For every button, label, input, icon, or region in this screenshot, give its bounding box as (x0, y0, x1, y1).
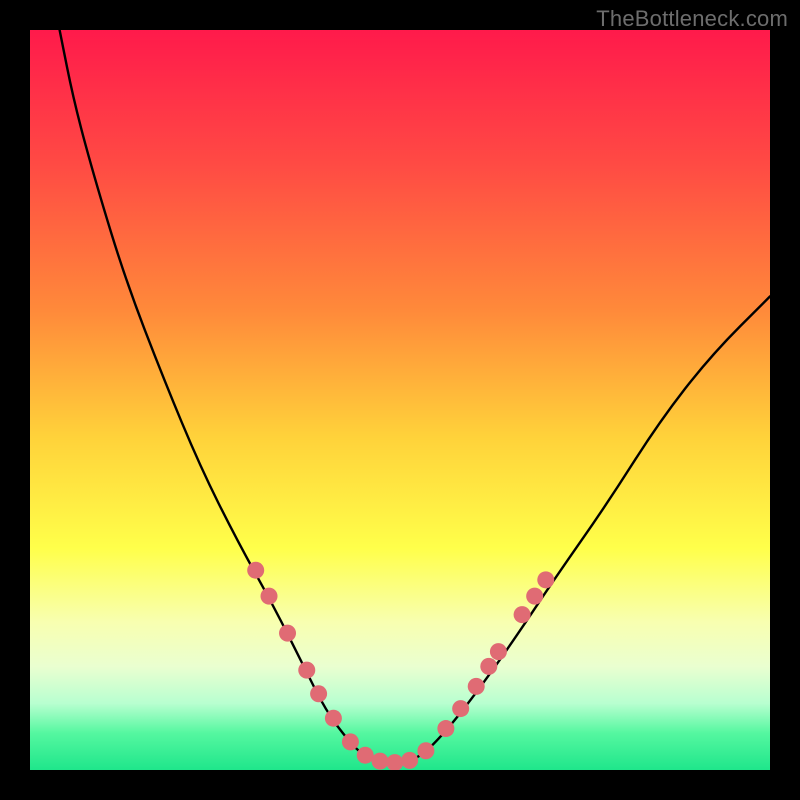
marker-dot (468, 678, 485, 695)
marker-dot (342, 733, 359, 750)
marker-dot (437, 720, 454, 737)
plot-area (30, 30, 770, 770)
chart-stage: TheBottleneck.com (0, 0, 800, 800)
marker-dot (310, 685, 327, 702)
curve-layer (30, 30, 770, 770)
marker-dot (490, 643, 507, 660)
watermark-text: TheBottleneck.com (596, 6, 788, 32)
marker-dot (386, 754, 403, 770)
marker-dot (372, 753, 389, 770)
marker-dot (298, 662, 315, 679)
marker-dot (417, 742, 434, 759)
marker-dot (401, 752, 418, 769)
marker-dot (514, 606, 531, 623)
marker-dot (526, 588, 543, 605)
marker-dots (247, 562, 554, 770)
marker-dot (279, 625, 296, 642)
bottleneck-curve (60, 30, 770, 762)
marker-dot (247, 562, 264, 579)
marker-dot (261, 588, 278, 605)
marker-dot (357, 747, 374, 764)
marker-dot (480, 658, 497, 675)
marker-dot (325, 710, 342, 727)
marker-dot (537, 571, 554, 588)
marker-dot (452, 700, 469, 717)
